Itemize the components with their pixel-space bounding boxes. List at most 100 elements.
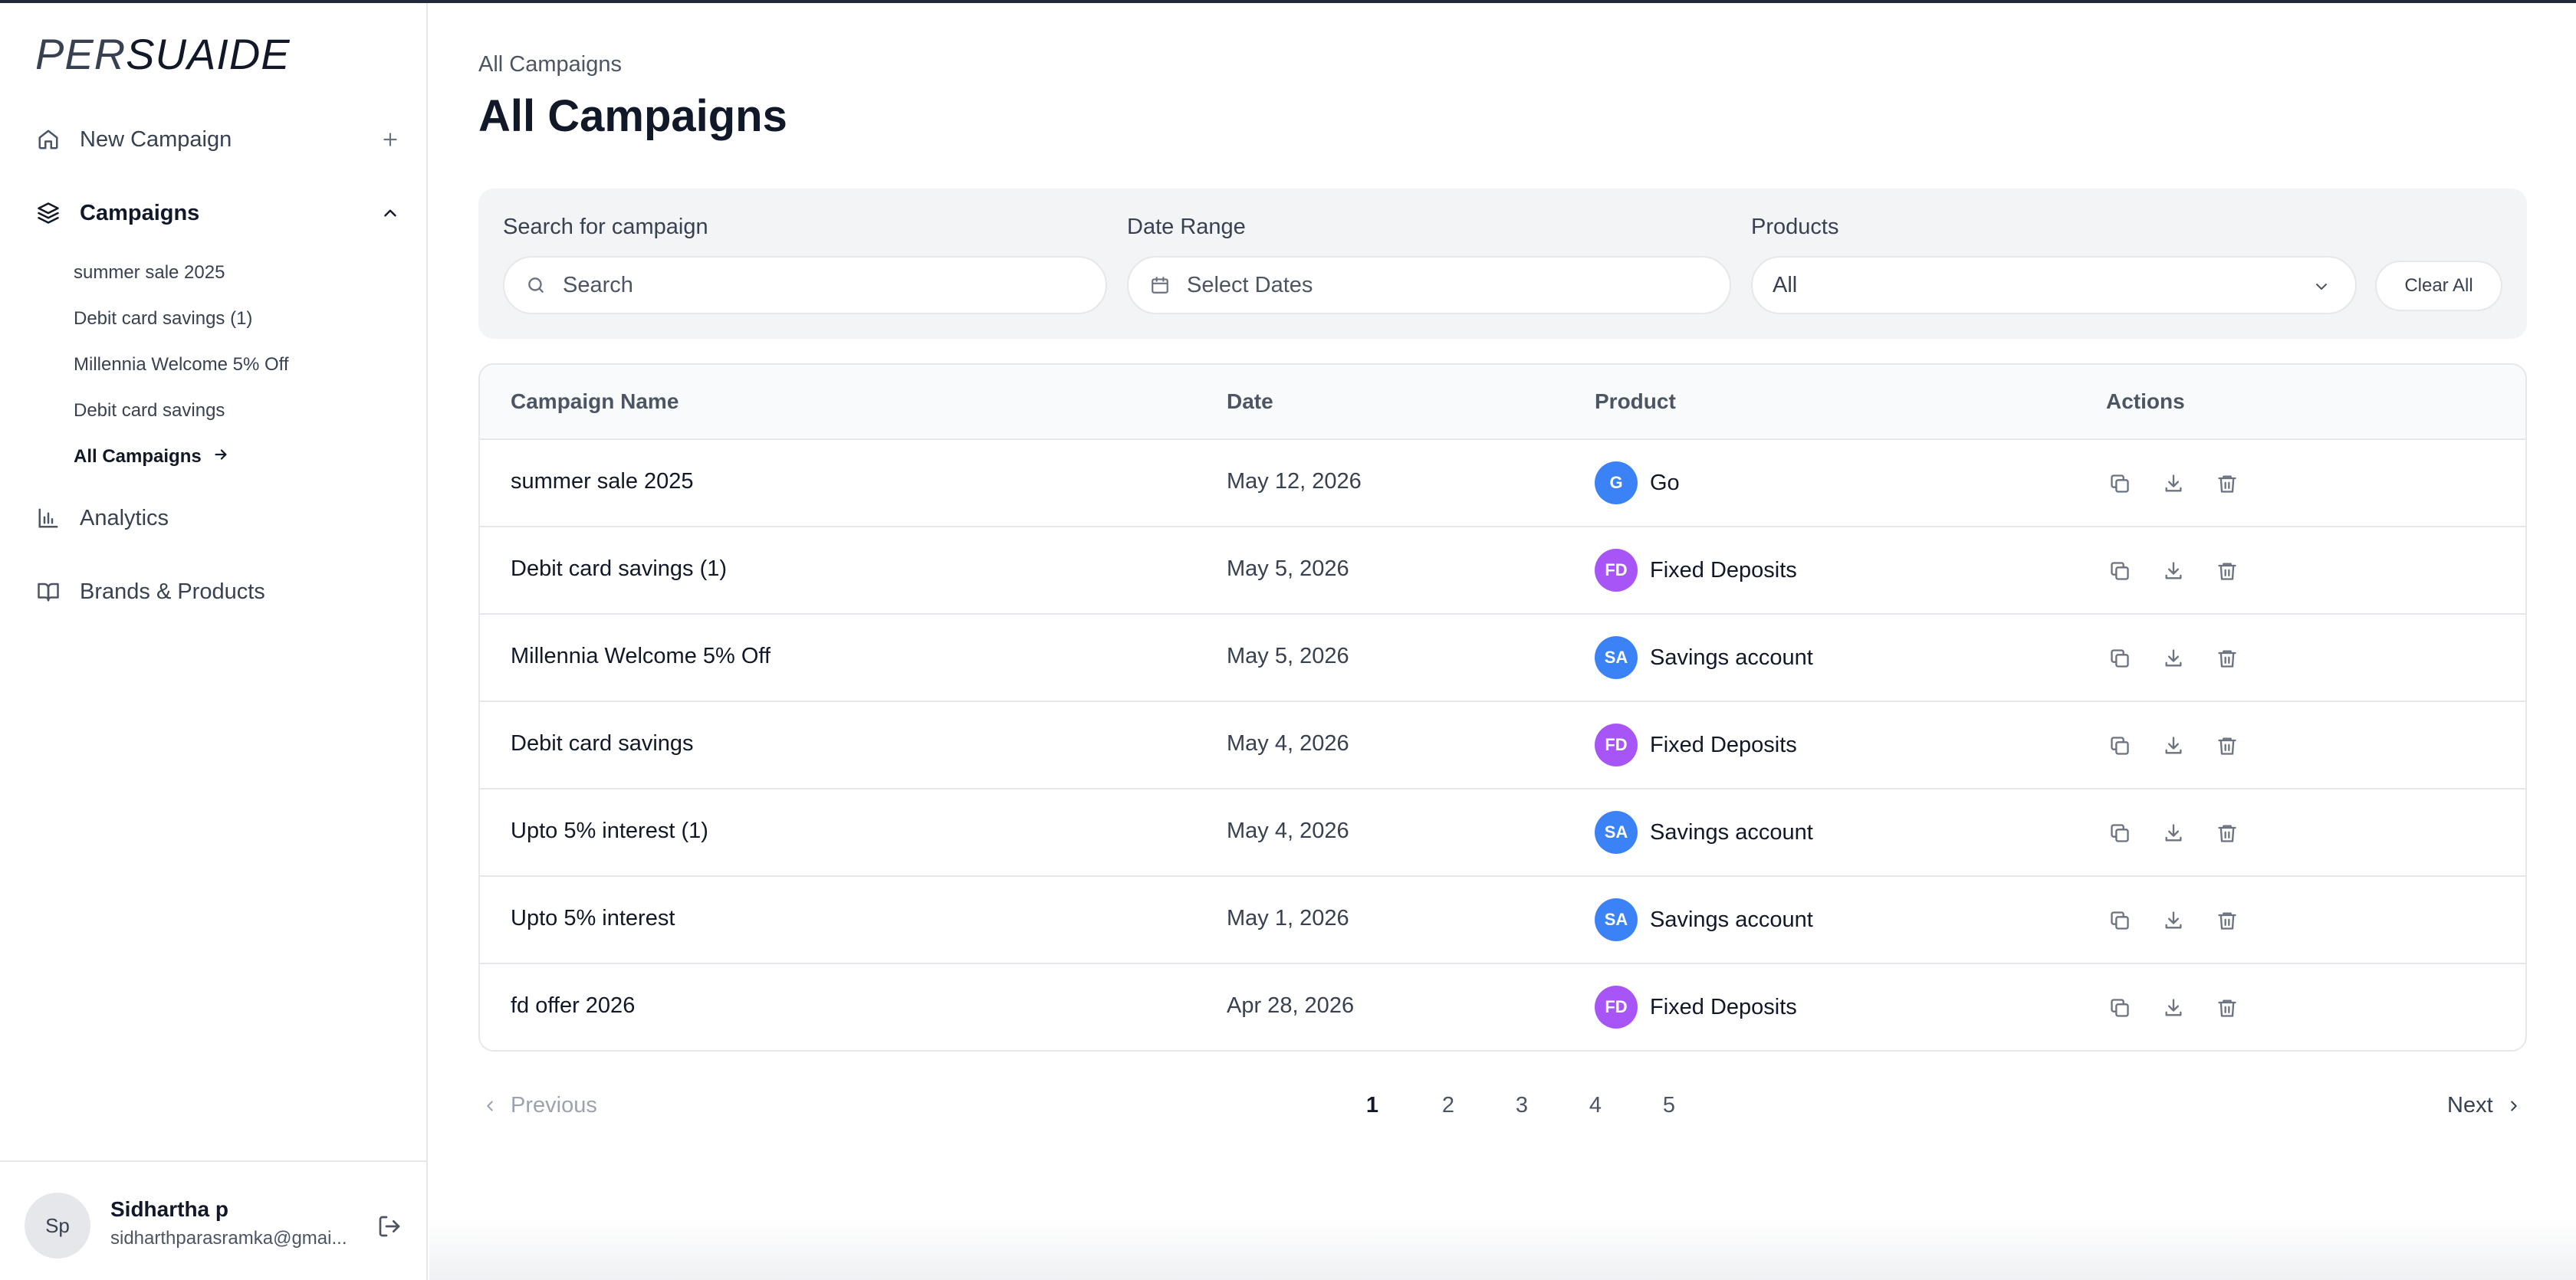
product-badge: FD xyxy=(1595,724,1638,766)
trash-icon[interactable] xyxy=(2213,731,2242,760)
trash-icon[interactable] xyxy=(2213,556,2242,586)
book-icon xyxy=(35,579,61,605)
trash-icon[interactable] xyxy=(2213,993,2242,1022)
page-number-3[interactable]: 3 xyxy=(1506,1093,1537,1118)
row-actions xyxy=(2105,819,2266,848)
page-number-5[interactable]: 5 xyxy=(1654,1093,1684,1118)
sidebar-campaign-item[interactable]: summer sale 2025 xyxy=(74,258,225,288)
table-row[interactable]: Debit card savings May 4, 2026 FD Fixed Dep… xyxy=(480,702,2525,789)
home-icon xyxy=(35,126,61,153)
product-name: Go xyxy=(1650,470,1680,495)
chevron-down-icon xyxy=(2311,276,2332,297)
search-placeholder: Search xyxy=(563,272,633,297)
trash-icon[interactable] xyxy=(2213,906,2242,935)
copy-icon[interactable] xyxy=(2105,819,2134,848)
bottom-fade xyxy=(429,1219,2576,1280)
table-row[interactable]: Upto 5% interest (1) May 4, 2026 SA Savings… xyxy=(480,789,2525,877)
copy-icon[interactable] xyxy=(2105,731,2134,760)
product-name: Savings account xyxy=(1650,645,1813,670)
sidebar-campaign-item[interactable]: Millennia Welcome 5% Off xyxy=(74,350,289,380)
campaign-name[interactable]: Upto 5% interest (1) xyxy=(511,819,708,844)
breadcrumb[interactable]: All Campaigns xyxy=(478,52,622,77)
download-icon[interactable] xyxy=(2159,819,2188,848)
copy-icon[interactable] xyxy=(2105,993,2134,1022)
products-label: Products xyxy=(1751,215,1839,239)
sidebar-campaign-item[interactable]: Debit card savings (1) xyxy=(74,304,252,334)
campaign-date: Apr 28, 2026 xyxy=(1227,993,1355,1018)
product-cell: SA Savings account xyxy=(1595,898,1813,941)
sidebar: PERSUAIDE New Campaign Campaigns summer … xyxy=(0,3,428,1280)
campaign-name[interactable]: summer sale 2025 xyxy=(511,469,694,494)
campaign-date: May 12, 2026 xyxy=(1227,469,1362,494)
product-cell: FD Fixed Deposits xyxy=(1595,986,1797,1029)
nav-new-campaign[interactable]: New Campaign xyxy=(35,117,403,162)
chevron-right-icon xyxy=(2502,1095,2525,1118)
copy-icon[interactable] xyxy=(2105,644,2134,673)
row-actions xyxy=(2105,644,2266,673)
row-actions xyxy=(2105,469,2266,498)
nav-campaigns[interactable]: Campaigns xyxy=(35,190,403,236)
campaign-date: May 5, 2026 xyxy=(1227,556,1349,581)
sidebar-all-campaigns[interactable]: All Campaigns xyxy=(74,441,229,472)
product-badge: SA xyxy=(1595,811,1638,854)
page-number-2[interactable]: 2 xyxy=(1433,1093,1464,1118)
column-header-campaign-name: Campaign Name xyxy=(511,389,679,413)
copy-icon[interactable] xyxy=(2105,556,2134,586)
plus-icon[interactable] xyxy=(377,126,403,153)
download-icon[interactable] xyxy=(2159,469,2188,498)
chevron-left-icon xyxy=(478,1095,501,1118)
user-profile: Sp Sidhartha p sidharthparasramka@gmai..… xyxy=(0,1160,426,1280)
table-row[interactable]: Upto 5% interest May 1, 2026 SA Savings acc… xyxy=(480,877,2525,964)
download-icon[interactable] xyxy=(2159,906,2188,935)
previous-page-button[interactable]: Previous xyxy=(478,1093,597,1118)
download-icon[interactable] xyxy=(2159,556,2188,586)
next-page-button[interactable]: Next xyxy=(2447,1093,2525,1118)
table-row[interactable]: summer sale 2025 May 12, 2026 G Go xyxy=(480,440,2525,527)
download-icon[interactable] xyxy=(2159,993,2188,1022)
copy-icon[interactable] xyxy=(2105,469,2134,498)
search-input[interactable]: Search xyxy=(503,256,1107,314)
campaign-name[interactable]: Debit card savings (1) xyxy=(511,556,727,582)
page-number-1[interactable]: 1 xyxy=(1357,1093,1388,1118)
campaign-name[interactable]: fd offer 2026 xyxy=(511,993,635,1019)
user-name: Sidhartha p xyxy=(110,1197,229,1221)
next-label: Next xyxy=(2447,1093,2493,1118)
chevron-up-icon[interactable] xyxy=(377,200,403,226)
nav-analytics[interactable]: Analytics xyxy=(35,495,403,541)
table-header: Campaign Name Date Product Actions xyxy=(480,365,2525,440)
product-cell: G Go xyxy=(1595,461,1680,504)
nav-brands-products[interactable]: Brands & Products xyxy=(35,569,403,615)
sidebar-campaign-item[interactable]: Debit card savings xyxy=(74,395,225,426)
campaign-date: May 4, 2026 xyxy=(1227,819,1349,843)
download-icon[interactable] xyxy=(2159,731,2188,760)
campaign-name[interactable]: Millennia Welcome 5% Off xyxy=(511,644,770,669)
trash-icon[interactable] xyxy=(2213,644,2242,673)
layers-icon xyxy=(35,200,61,226)
trash-icon[interactable] xyxy=(2213,819,2242,848)
trash-icon[interactable] xyxy=(2213,469,2242,498)
product-cell: SA Savings account xyxy=(1595,811,1813,854)
campaign-name[interactable]: Debit card savings xyxy=(511,731,694,757)
product-name: Savings account xyxy=(1650,819,1813,845)
campaigns-table: Campaign Name Date Product Actions summe… xyxy=(478,363,2527,1052)
campaign-name[interactable]: Upto 5% interest xyxy=(511,906,675,931)
bar-chart-icon xyxy=(35,505,61,531)
app-logo[interactable]: PERSUAIDE xyxy=(35,29,291,79)
avatar[interactable]: Sp xyxy=(25,1193,90,1259)
page-title: All Campaigns xyxy=(478,91,787,141)
logout-icon[interactable] xyxy=(376,1213,403,1240)
products-selected-value: All xyxy=(1773,272,1798,297)
product-name: Fixed Deposits xyxy=(1650,557,1797,583)
product-badge: SA xyxy=(1595,636,1638,679)
table-row[interactable]: Millennia Welcome 5% Off May 5, 2026 SA Sav… xyxy=(480,615,2525,702)
table-row[interactable]: fd offer 2026 Apr 28, 2026 FD Fixed Deposit… xyxy=(480,964,2525,1050)
page-number-4[interactable]: 4 xyxy=(1580,1093,1611,1118)
copy-icon[interactable] xyxy=(2105,906,2134,935)
table-row[interactable]: Debit card savings (1) May 5, 2026 FD Fixed… xyxy=(480,527,2525,615)
date-range-input[interactable]: Select Dates xyxy=(1127,256,1731,314)
nav-analytics-label: Analytics xyxy=(80,505,169,530)
clear-all-button[interactable]: Clear All xyxy=(2375,261,2502,311)
product-name: Savings account xyxy=(1650,907,1813,932)
products-select[interactable]: All xyxy=(1751,256,2357,314)
download-icon[interactable] xyxy=(2159,644,2188,673)
